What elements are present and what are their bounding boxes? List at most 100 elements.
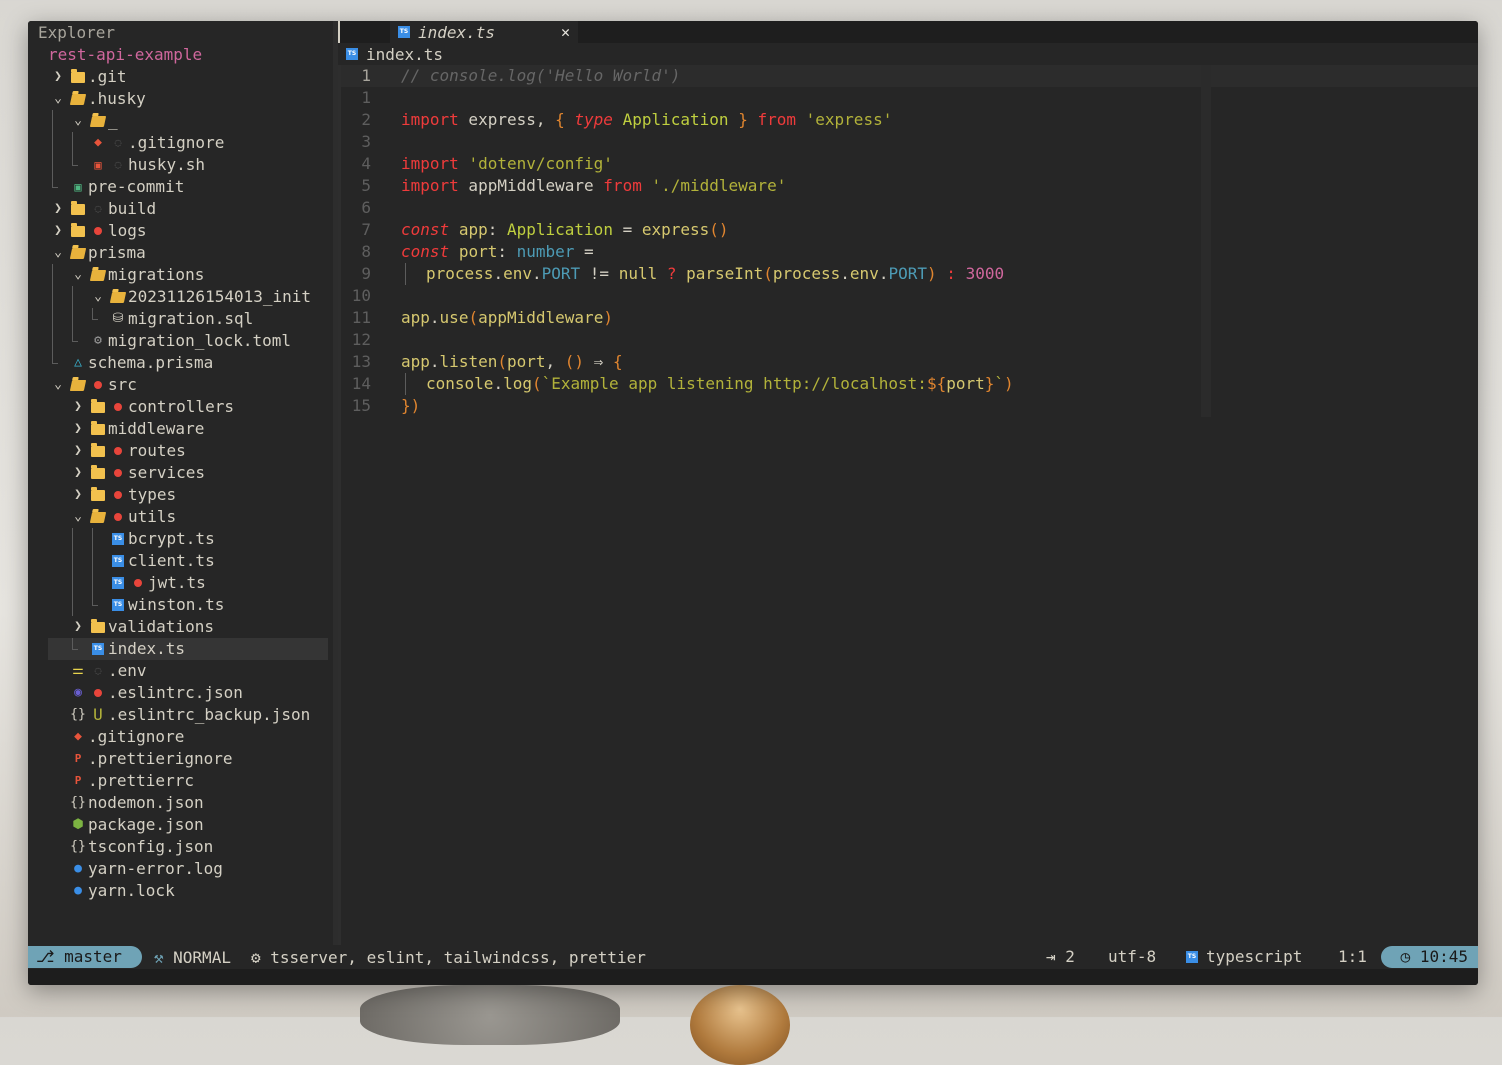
tree-item-validations[interactable]: ❯ validations <box>28 616 338 638</box>
filetype-indicator[interactable]: TS typescript <box>1186 945 1302 969</box>
tree-item-prisma[interactable]: ⌄ prisma <box>28 242 338 264</box>
close-icon[interactable]: ✕ <box>561 23 570 41</box>
tree-item-tsconfig[interactable]: {} tsconfig.json <box>28 836 338 858</box>
folder-open-icon <box>89 511 107 523</box>
project-name[interactable]: rest-api-example <box>48 44 202 66</box>
eslint-icon: ◉ <box>74 685 82 700</box>
folder-icon <box>91 442 105 457</box>
chevron-right-icon[interactable]: ❯ <box>48 66 68 88</box>
tree-item-winston-ts[interactable]: TS winston.ts <box>28 594 338 616</box>
chevron-down-icon[interactable]: ⌄ <box>48 242 68 264</box>
prettier-icon: P <box>74 774 82 787</box>
indent-indicator[interactable]: ⇥ 2 <box>1046 945 1075 969</box>
git-icon: ◆ <box>74 729 82 744</box>
code-line: 5 import appMiddleware from './middleware… <box>361 176 787 195</box>
background-stone <box>360 985 620 1045</box>
folder-open-icon <box>69 247 87 259</box>
ignored-icon: ◌ <box>114 136 122 149</box>
typescript-icon: TS <box>398 26 410 38</box>
chevron-down-icon[interactable]: ⌄ <box>48 374 68 396</box>
tab-label: index.ts <box>418 22 496 42</box>
tree-item-git[interactable]: ❯ .git <box>28 66 338 88</box>
git-icon: ◆ <box>94 135 102 150</box>
typescript-icon: TS <box>112 555 124 567</box>
chevron-right-icon[interactable]: ❯ <box>68 616 88 638</box>
tree-item-env[interactable]: ⚌ ◌ .env <box>28 660 338 682</box>
color-column <box>1201 65 1211 417</box>
chevron-down-icon[interactable]: ⌄ <box>88 286 108 308</box>
tree-item-yarn-lock[interactable]: ● yarn.lock <box>28 880 338 902</box>
breadcrumb[interactable]: TS index.ts <box>346 43 443 65</box>
chevron-down-icon[interactable]: ⌄ <box>68 506 88 528</box>
tree-item-prettierignore[interactable]: P .prettierignore <box>28 748 338 770</box>
chevron-right-icon[interactable]: ❯ <box>68 440 88 462</box>
tree-item-eslintrc-backup[interactable]: {} U .eslintrc_backup.json <box>28 704 338 726</box>
prettier-icon: P <box>74 752 82 765</box>
tree-item-jwt-ts[interactable]: TS jwt.ts <box>28 572 338 594</box>
chevron-right-icon[interactable]: ❯ <box>68 396 88 418</box>
tree-item-eslintrc[interactable]: ◉ .eslintrc.json <box>28 682 338 704</box>
lsp-clients[interactable]: ⚙ tsserver, eslint, tailwindcss, prettie… <box>251 948 646 967</box>
chevron-right-icon[interactable]: ❯ <box>68 462 88 484</box>
tree-item-prettierrc[interactable]: P .prettierrc <box>28 770 338 792</box>
file-explorer: Explorer rest-api-example ❯ .git ⌄ .husk… <box>28 21 338 945</box>
tree-item-index-ts[interactable]: TS index.ts <box>48 638 328 660</box>
tree-item-migration-sql[interactable]: ⛁ migration.sql <box>28 308 338 330</box>
chevron-right-icon[interactable]: ❯ <box>48 220 68 242</box>
tree-item-gitignore-root[interactable]: ◆ .gitignore <box>28 726 338 748</box>
gear-icon: ⚙ <box>94 333 102 348</box>
clock: ◷ 10:45 <box>1380 946 1478 968</box>
tree-item-client-ts[interactable]: TS client.ts <box>28 550 338 572</box>
folder-icon <box>91 486 105 501</box>
tree-item-types[interactable]: ❯ types <box>28 484 338 506</box>
command-line[interactable] <box>28 969 1478 985</box>
tree-item-bcrypt-ts[interactable]: TS bcrypt.ts <box>28 528 338 550</box>
tree-item-nodemon[interactable]: {} nodemon.json <box>28 792 338 814</box>
tree-item-husky[interactable]: ⌄ .husky <box>28 88 338 110</box>
tree-item-gitignore[interactable]: ◆ ◌ .gitignore <box>28 132 338 154</box>
tab-index-ts[interactable]: TS index.ts ✕ <box>390 21 578 43</box>
nodejs-icon: ⬢ <box>72 817 84 832</box>
code-line: 8 const port: number = <box>361 242 594 261</box>
tree-item-middleware[interactable]: ❯ middleware <box>28 418 338 440</box>
tree-item-pre-commit[interactable]: ▣ pre-commit <box>28 176 338 198</box>
status-bar: ⎇ master ⚒ NORMAL ⚙ tsserver, eslint, ta… <box>28 945 1478 969</box>
git-branch[interactable]: ⎇ master <box>28 946 142 968</box>
tree-item-routes[interactable]: ❯ routes <box>28 440 338 462</box>
tree-item-services[interactable]: ❯ services <box>28 462 338 484</box>
tree-item-yarn-error-log[interactable]: ● yarn-error.log <box>28 858 338 880</box>
chevron-down-icon[interactable]: ⌄ <box>48 88 68 110</box>
code-editor[interactable]: 1// console.log('Hello World') 1 2 import… <box>338 65 1478 945</box>
tree-item-init-migration[interactable]: ⌄ 20231126154013_init <box>28 286 338 308</box>
ignored-icon: ◌ <box>114 158 122 171</box>
folder-icon <box>91 618 105 633</box>
tree-item-package-json[interactable]: ⬢ package.json <box>28 814 338 836</box>
folder-icon <box>71 222 85 237</box>
mode-icon: ⚒ <box>153 947 164 967</box>
chevron-down-icon[interactable]: ⌄ <box>68 264 88 286</box>
tree-item-migrations[interactable]: ⌄ migrations <box>28 264 338 286</box>
typescript-icon: TS <box>112 577 124 589</box>
tree-item-build[interactable]: ❯ ◌ build <box>28 198 338 220</box>
code-line: 11 app. use(appMiddleware) <box>351 308 613 327</box>
chevron-right-icon[interactable]: ❯ <box>68 484 88 506</box>
tree-item-controllers[interactable]: ❯ controllers <box>28 396 338 418</box>
tree-item-utils[interactable]: ⌄ utils <box>28 506 338 528</box>
ignored-icon: ◌ <box>94 202 102 215</box>
chevron-right-icon[interactable]: ❯ <box>48 198 68 220</box>
json-icon: {} <box>70 839 86 854</box>
tree-item-logs[interactable]: ❯ logs <box>28 220 338 242</box>
tree-item-src[interactable]: ⌄ src <box>28 374 338 396</box>
code-line: 9 process.env.PORT != null ? parseInt(pro… <box>361 263 1005 285</box>
chevron-down-icon[interactable]: ⌄ <box>68 110 88 132</box>
modified-dot-icon <box>114 469 122 477</box>
terminal-icon: ▣ <box>74 180 82 194</box>
chevron-right-icon[interactable]: ❯ <box>68 418 88 440</box>
encoding-indicator[interactable]: utf-8 <box>1108 945 1156 969</box>
tree-item-migration-lock[interactable]: ⚙ migration_lock.toml <box>28 330 338 352</box>
tree-item-schema-prisma[interactable]: △ schema.prisma <box>28 352 338 374</box>
tree-item-husky-sh[interactable]: ▣ ◌ husky.sh <box>28 154 338 176</box>
cursor-indicator <box>338 21 340 43</box>
tree-item-underscore[interactable]: ⌄ _ <box>28 110 338 132</box>
code-line: 2 import express, { type Application } fr… <box>361 110 893 129</box>
